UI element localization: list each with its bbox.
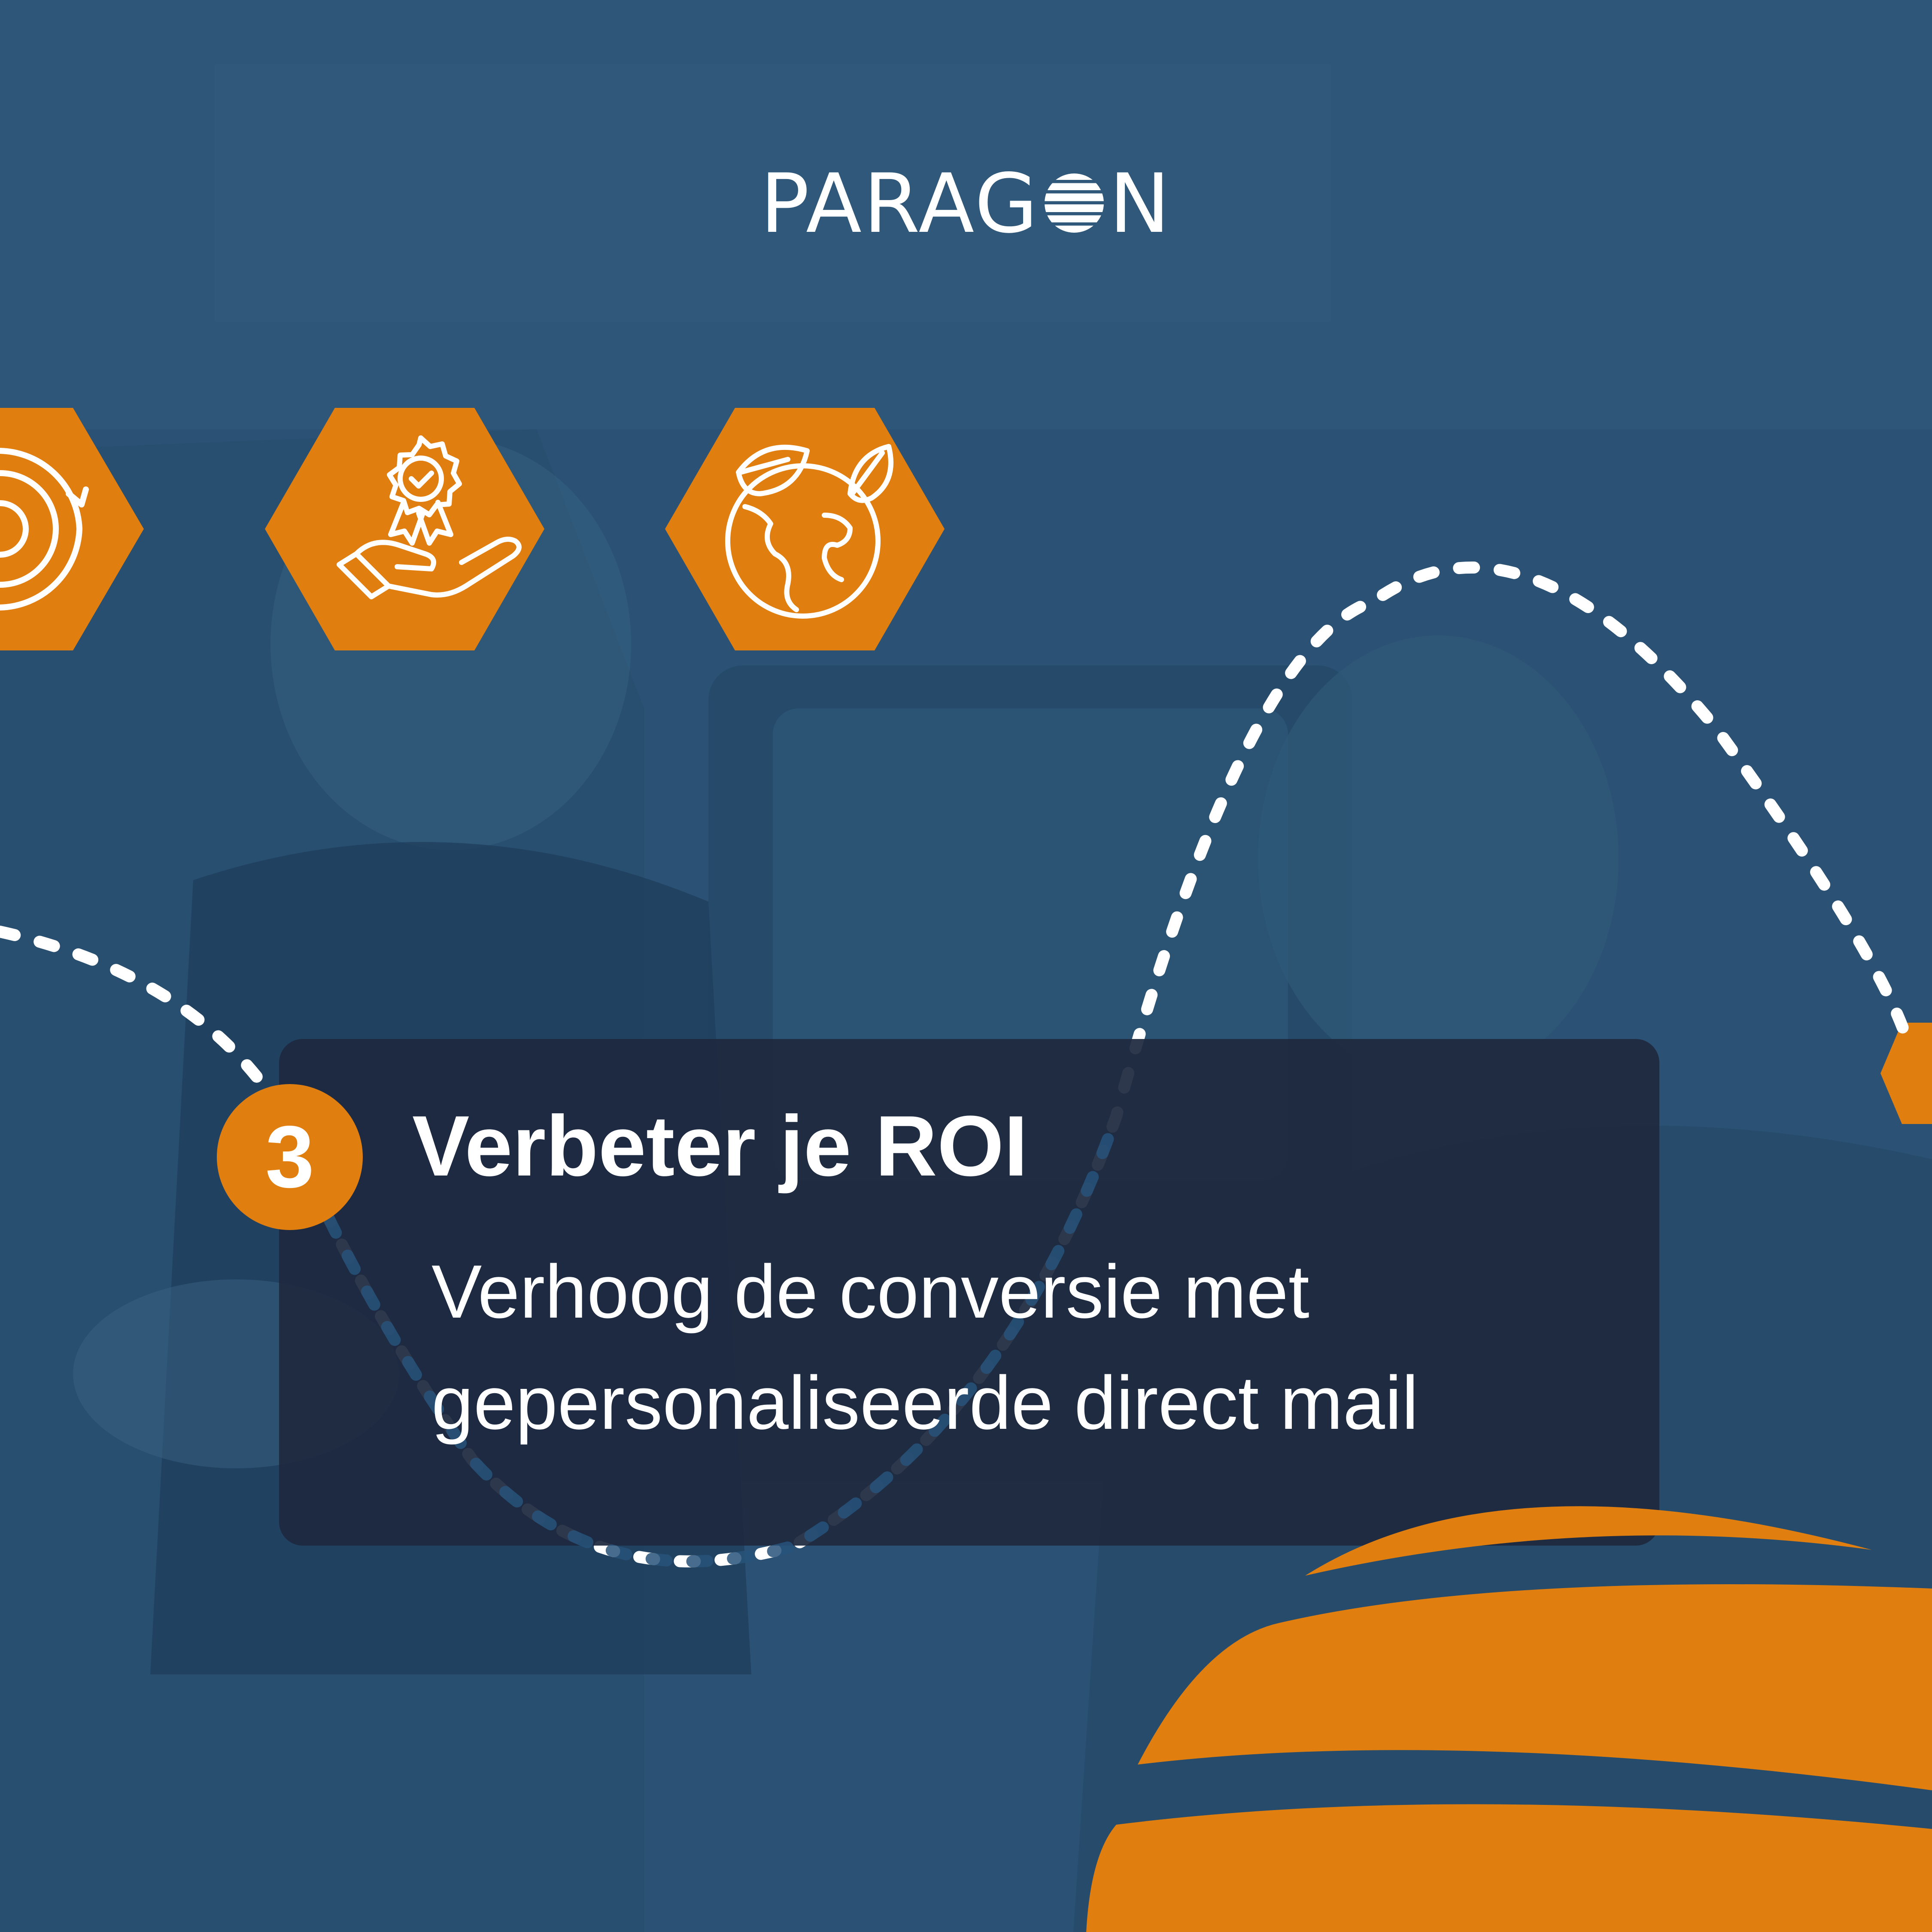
step-number-badge: 3 xyxy=(217,1084,363,1230)
step-title: Verbeter je ROI xyxy=(412,1098,1028,1194)
logo-text-right: N xyxy=(1109,156,1172,251)
logo-text-left: PARAG xyxy=(760,156,1040,251)
step-description-line-1: Verhoog de conversie met xyxy=(431,1250,1309,1334)
paragon-logo: PARAG N xyxy=(0,163,1932,245)
slide: PARAG N 3 Verbeter je ROI Verhoog de con… xyxy=(0,0,1932,1932)
step-description-line-2: gepersonaliseerde direct mail xyxy=(431,1361,1419,1445)
globe-stripes-icon xyxy=(1045,173,1104,233)
step-description: Verhoog de conversie met gepersonaliseer… xyxy=(431,1236,1634,1458)
background-photo xyxy=(0,0,1932,1932)
